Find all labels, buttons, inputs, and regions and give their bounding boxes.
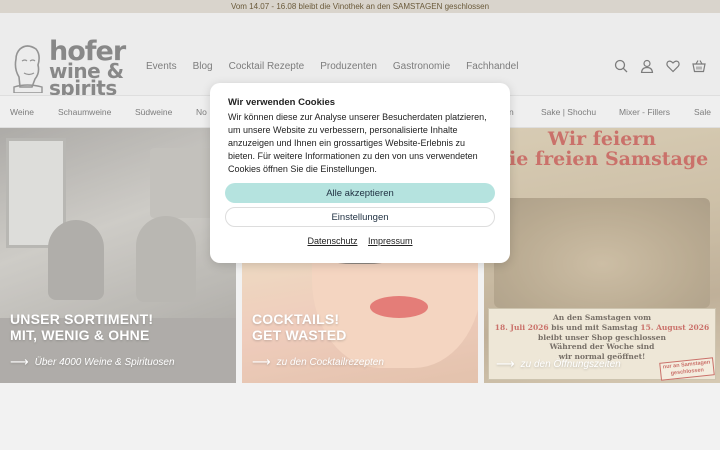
cookie-settings-button[interactable]: Einstellungen — [225, 207, 495, 227]
privacy-link[interactable]: Datenschutz — [307, 236, 357, 246]
announcement-bar: Vom 14.07 - 16.08 bleibt die Vinothek an… — [0, 0, 720, 13]
announcement-text: Vom 14.07 - 16.08 bleibt die Vinothek an… — [230, 2, 490, 11]
cookie-dialog-body: Wir können diese zur Analyse unserer Bes… — [228, 112, 487, 175]
imprint-link[interactable]: Impressum — [368, 236, 413, 246]
cookie-consent-dialog: Wir verwenden Cookies Wir können diese z… — [210, 83, 510, 263]
cookie-dialog-title: Wir verwenden Cookies — [228, 97, 336, 108]
cookie-dialog-links: Datenschutz Impressum — [210, 236, 510, 246]
accept-all-button[interactable]: Alle akzeptieren — [225, 183, 495, 203]
